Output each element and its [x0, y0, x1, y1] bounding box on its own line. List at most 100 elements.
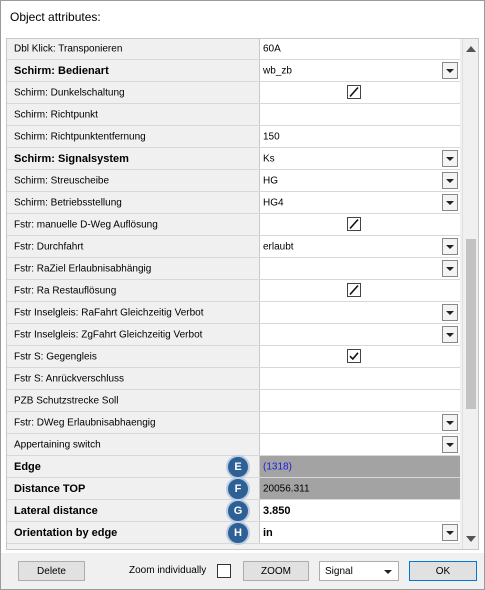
attribute-value-cell[interactable] [260, 302, 460, 323]
attribute-checkbox[interactable] [347, 349, 361, 363]
scroll-down-icon[interactable] [466, 536, 476, 542]
attribute-name-label: Schirm: Streuscheibe [14, 175, 110, 186]
attribute-name-cell: Schirm: Bedienart [7, 60, 260, 81]
attribute-name-label: Schirm: Dunkelschaltung [14, 87, 125, 98]
attribute-name-cell: Schirm: Betriebsstellung [7, 192, 260, 213]
dropdown-arrow-button[interactable] [442, 414, 458, 431]
attribute-value: 60A [263, 43, 281, 55]
attribute-name-cell: Fstr S: Gegengleis [7, 346, 260, 367]
attribute-name-cell: Schirm: Dunkelschaltung [7, 82, 260, 103]
object-type-select-value: Signal [325, 566, 353, 577]
dropdown-arrow-button[interactable] [442, 436, 458, 453]
attribute-value-cell[interactable]: 20056.311 [260, 478, 460, 499]
dropdown-arrow-button[interactable] [442, 524, 458, 541]
attribute-value-cell[interactable] [260, 434, 460, 455]
attribute-row: Appertaining switch [7, 434, 460, 456]
dropdown-arrow-button[interactable] [442, 62, 458, 79]
vertical-scrollbar[interactable] [462, 39, 478, 549]
attribute-checkbox[interactable] [347, 85, 361, 99]
attribute-value-cell[interactable] [260, 390, 460, 411]
attribute-value-cell[interactable]: (1318) [260, 456, 460, 477]
callout-badge: H [226, 520, 250, 545]
attribute-row: Schirm: Streuscheibe HG [7, 170, 460, 192]
attribute-row: Edge E (1318) [7, 454, 460, 479]
attribute-value-cell[interactable] [260, 324, 460, 345]
attribute-row: Schirm: Richtpunkt [7, 104, 460, 126]
dropdown-arrow-button[interactable] [442, 326, 458, 343]
indeterminate-icon [349, 284, 359, 296]
attribute-value-cell[interactable] [260, 214, 460, 235]
attribute-value-cell[interactable]: wb_zb [260, 60, 460, 81]
dialog-footer: Delete Zoom individually ZOOM Signal OK [1, 553, 484, 589]
attribute-name-cell: Fstr: DWeg Erlaubnisabhaengig [7, 412, 260, 433]
attribute-value-cell[interactable] [260, 346, 460, 367]
attribute-name-cell: Dbl Klick: Transponieren [7, 39, 260, 59]
chevron-down-icon [384, 570, 392, 574]
attribute-value-cell[interactable]: 60A [260, 39, 460, 59]
attribute-value: HG [263, 175, 278, 186]
attribute-value-cell[interactable]: erlaubt [260, 236, 460, 257]
attribute-value-cell[interactable]: Ks [260, 148, 460, 169]
attribute-value-cell[interactable] [260, 280, 460, 301]
attribute-name-cell: Distance TOP F [7, 476, 260, 501]
attribute-value-cell[interactable]: in [260, 522, 460, 543]
attribute-row: Dbl Klick: Transponieren 60A [7, 39, 460, 60]
attribute-value-cell[interactable]: HG [260, 170, 460, 191]
attribute-row: Schirm: Richtpunktentfernung 150 [7, 126, 460, 148]
attributes-panel: Dbl Klick: Transponieren 60A Schirm: Bedie… [6, 38, 479, 550]
object-type-select[interactable]: Signal [319, 561, 399, 581]
attribute-name-label: Schirm: Richtpunkt [14, 109, 98, 120]
attribute-name-label: Schirm: Bedienart [14, 64, 109, 77]
callout-badge: G [226, 498, 250, 523]
dropdown-arrow-button[interactable] [442, 194, 458, 211]
attribute-value-cell[interactable]: 3.850 [260, 500, 460, 521]
attribute-value-cell[interactable] [260, 412, 460, 433]
attribute-name-label: Fstr: Durchfahrt [14, 241, 84, 252]
delete-button[interactable]: Delete [18, 561, 85, 581]
attribute-value-cell[interactable] [260, 104, 460, 125]
checkmark-icon [349, 352, 359, 361]
attribute-name-label: Fstr: Ra Restauflösung [14, 285, 117, 296]
attribute-row: Fstr: manuelle D-Weg Auflösung [7, 214, 460, 236]
zoom-individually-label: Zoom individually [129, 565, 207, 576]
attribute-name-label: Lateral distance [14, 504, 98, 517]
attribute-row: Distance TOP F 20056.311 [7, 476, 460, 501]
attribute-name-cell: Fstr: Ra Restauflösung [7, 280, 260, 301]
dropdown-arrow-button[interactable] [442, 304, 458, 321]
attribute-name-label: Appertaining switch [14, 439, 101, 450]
dropdown-arrow-button[interactable] [442, 260, 458, 277]
attribute-name-label: PZB Schutzstrecke Soll [14, 395, 119, 406]
dropdown-arrow-button[interactable] [442, 150, 458, 167]
attribute-row: Fstr: DWeg Erlaubnisabhaengig [7, 412, 460, 434]
attribute-value: 150 [263, 131, 280, 142]
attribute-name-label: Orientation by edge [14, 526, 118, 539]
object-attributes-dialog: Object attributes: Dbl Klick: Transponie… [0, 0, 485, 590]
attribute-checkbox[interactable] [347, 283, 361, 297]
dropdown-arrow-button[interactable] [442, 172, 458, 189]
scroll-up-icon[interactable] [466, 46, 476, 52]
attribute-checkbox[interactable] [347, 217, 361, 231]
attribute-value-cell[interactable] [260, 258, 460, 279]
callout-badge: E [226, 454, 250, 479]
attribute-value-cell[interactable] [260, 368, 460, 389]
attribute-row: Schirm: Betriebsstellung HG4 [7, 192, 460, 214]
attribute-row: Fstr Inselgleis: RaFahrt Gleichzeitig Ve… [7, 302, 460, 324]
ok-button[interactable]: OK [409, 561, 477, 581]
attribute-value-cell[interactable] [260, 82, 460, 103]
attribute-value-cell[interactable]: HG4 [260, 192, 460, 213]
edge-link[interactable]: (1318) [263, 461, 292, 472]
dropdown-arrow-button[interactable] [442, 238, 458, 255]
attribute-value: Ks [263, 153, 275, 164]
scroll-thumb[interactable] [466, 239, 476, 409]
zoom-individually-checkbox[interactable] [217, 564, 231, 578]
attribute-name-cell: Schirm: Richtpunktentfernung [7, 126, 260, 147]
attribute-name-cell: Fstr Inselgleis: ZgFahrt Gleichzeitig Ve… [7, 324, 260, 345]
attribute-row: Fstr Inselgleis: ZgFahrt Gleichzeitig Ve… [7, 324, 460, 346]
attribute-name-cell: Fstr Inselgleis: RaFahrt Gleichzeitig Ve… [7, 302, 260, 323]
attribute-row: Fstr S: Gegengleis [7, 346, 460, 368]
attribute-row: PZB Schutzstrecke Soll [7, 390, 460, 412]
attribute-row: Schirm: Bedienart wb_zb [7, 60, 460, 82]
attribute-value-cell[interactable]: 150 [260, 126, 460, 147]
attribute-name-cell: Lateral distance G [7, 498, 260, 523]
zoom-button[interactable]: ZOOM [243, 561, 309, 581]
